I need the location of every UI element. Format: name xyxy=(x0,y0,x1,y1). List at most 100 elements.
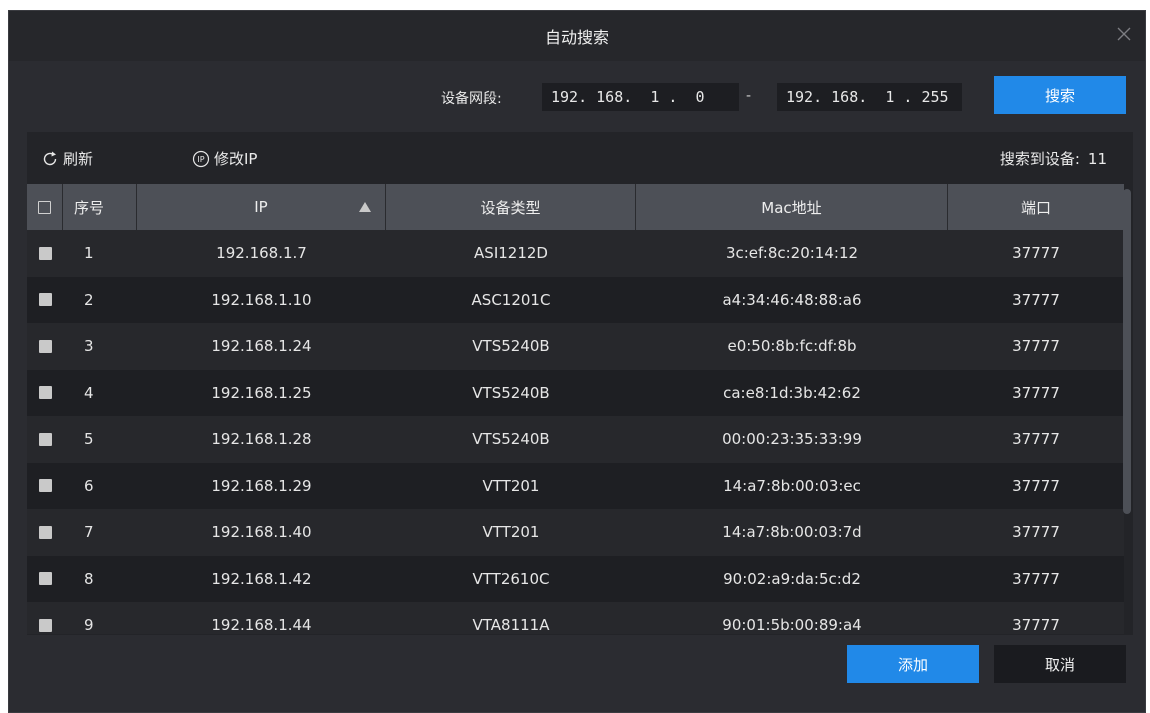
row-checkbox-cell xyxy=(27,416,63,463)
cell-mac: 90:01:5b:00:89:a4 xyxy=(722,616,862,634)
table-row[interactable]: 7 192.168.1.40 VTT201 14:a7:8b:00:03:7d 3777… xyxy=(27,509,1124,556)
row-checkbox-cell xyxy=(27,230,63,277)
table-body: 1 192.168.1.7 ASI1212D 3c:ef:8c:20:14:12 377… xyxy=(27,230,1124,634)
table-scrollbar[interactable] xyxy=(1123,189,1131,634)
cell-ip: 192.168.1.25 xyxy=(211,383,312,402)
close-icon[interactable] xyxy=(1113,23,1135,45)
column-header-port[interactable]: 端口 xyxy=(948,184,1124,230)
end-ip-input[interactable]: 192. 168. 1 . 255 xyxy=(777,83,962,111)
scrollbar-thumb[interactable] xyxy=(1123,189,1131,514)
table-row[interactable]: 3 192.168.1.24 VTS5240B e0:50:8b:fc:df:8b 37… xyxy=(27,323,1124,370)
select-all-cell xyxy=(27,184,63,230)
found-count: 11 xyxy=(1087,150,1107,168)
auto-search-dialog: 自动搜索 设备网段: 192. 168. 1 . 0 - 192. 168. 1… xyxy=(8,10,1146,713)
refresh-button[interactable]: 刷新 xyxy=(41,148,93,169)
cell-mac: 00:00:23:35:33:99 xyxy=(722,430,862,449)
cell-ip: 192.168.1.24 xyxy=(211,337,312,356)
column-header-ip-label: IP xyxy=(254,198,268,216)
cell-device-type: ASC1201C xyxy=(471,290,551,309)
table-row[interactable]: 4 192.168.1.25 VTS5240B ca:e8:1d:3b:42:62 37… xyxy=(27,369,1124,417)
table-row[interactable]: 9 192.168.1.44 VTA8111A 90:01:5b:00:89:a4 37… xyxy=(27,602,1124,634)
dialog-title: 自动搜索 xyxy=(544,28,609,47)
cell-device-type: VTT201 xyxy=(482,476,540,495)
cell-device-type: VTA8111A xyxy=(472,616,550,634)
table-row[interactable]: 8 192.168.1.42 VTT2610C 90:02:a9:da:5c:d2 37… xyxy=(27,555,1124,603)
cell-port: 37777 xyxy=(1012,290,1060,309)
modify-ip-button[interactable]: IP 修改IP xyxy=(192,148,257,169)
device-panel: 刷新 IP 修改IP 搜索到设备: 11 序号 IP 设备类型 Mac地址 端口… xyxy=(27,132,1133,635)
row-checkbox-cell xyxy=(27,277,63,324)
cell-ip: 192.168.1.10 xyxy=(211,290,312,309)
table-row[interactable]: 5 192.168.1.28 VTS5240B 00:00:23:35:33:99 37… xyxy=(27,416,1124,463)
cell-device-type: VTS5240B xyxy=(472,337,550,356)
column-header-ip[interactable]: IP xyxy=(137,184,386,230)
table-row[interactable]: 6 192.168.1.29 VTT201 14:a7:8b:00:03:ec 3777… xyxy=(27,462,1124,510)
row-checkbox[interactable] xyxy=(38,339,52,353)
cell-device-type: VTS5240B xyxy=(472,383,550,402)
cell-port: 37777 xyxy=(1012,430,1060,449)
row-checkbox[interactable] xyxy=(38,618,52,632)
cell-mac: ca:e8:1d:3b:42:62 xyxy=(723,383,861,402)
cell-mac: a4:34:46:48:88:a6 xyxy=(722,290,862,309)
row-checkbox[interactable] xyxy=(38,479,52,493)
cell-ip: 192.168.1.29 xyxy=(211,476,312,495)
cell-port: 37777 xyxy=(1012,523,1060,542)
cell-port: 37777 xyxy=(1012,337,1060,356)
cell-index: 9 xyxy=(84,616,94,634)
cell-index: 1 xyxy=(84,244,94,263)
row-checkbox-cell xyxy=(27,602,63,634)
cell-mac: 3c:ef:8c:20:14:12 xyxy=(725,244,859,263)
cell-ip: 192.168.1.28 xyxy=(211,430,312,449)
column-header-mac[interactable]: Mac地址 xyxy=(636,184,948,230)
cell-ip: 192.168.1.7 xyxy=(216,244,307,263)
range-separator: - xyxy=(746,88,752,104)
select-all-checkbox[interactable] xyxy=(38,200,51,214)
cell-port: 37777 xyxy=(1012,476,1060,495)
cell-index: 8 xyxy=(84,569,94,588)
row-checkbox-cell xyxy=(27,556,63,603)
cell-port: 37777 xyxy=(1012,383,1060,402)
cell-port: 37777 xyxy=(1012,244,1060,263)
cell-index: 3 xyxy=(84,337,94,356)
search-button[interactable]: 搜索 xyxy=(994,76,1126,114)
row-checkbox[interactable] xyxy=(38,293,52,307)
cell-port: 37777 xyxy=(1012,616,1060,634)
cell-index: 2 xyxy=(84,290,94,309)
row-checkbox[interactable] xyxy=(38,525,52,539)
found-label: 搜索到设备: xyxy=(999,150,1080,168)
table-row[interactable]: 1 192.168.1.7 ASI1212D 3c:ef:8c:20:14:12 377… xyxy=(27,230,1124,277)
row-checkbox-cell xyxy=(27,370,63,417)
row-checkbox-cell xyxy=(27,509,63,556)
cell-mac: e0:50:8b:fc:df:8b xyxy=(727,337,857,356)
cell-index: 6 xyxy=(84,476,94,495)
row-checkbox[interactable] xyxy=(38,432,52,446)
column-header-index[interactable]: 序号 xyxy=(63,184,137,230)
cell-mac: 90:02:a9:da:5c:d2 xyxy=(723,569,861,588)
cell-ip: 192.168.1.40 xyxy=(211,523,312,542)
cancel-button[interactable]: 取消 xyxy=(994,645,1126,683)
cell-index: 5 xyxy=(84,430,94,449)
refresh-icon xyxy=(43,151,57,165)
modify-ip-label: 修改IP xyxy=(214,150,258,168)
cell-mac: 14:a7:8b:00:03:7d xyxy=(722,523,862,542)
row-checkbox[interactable] xyxy=(38,386,52,400)
row-checkbox[interactable] xyxy=(38,246,52,260)
segment-label: 设备网段: xyxy=(441,91,502,107)
segment-row: 设备网段: 192. 168. 1 . 0 - 192. 168. 1 . 25… xyxy=(9,76,1145,114)
cell-ip: 192.168.1.44 xyxy=(211,616,312,634)
cell-ip: 192.168.1.42 xyxy=(211,569,312,588)
add-button[interactable]: 添加 xyxy=(847,645,979,683)
sort-ascending-icon xyxy=(359,202,371,212)
row-checkbox[interactable] xyxy=(38,572,52,586)
dialog-titlebar: 自动搜索 xyxy=(9,11,1145,61)
cell-device-type: VTT201 xyxy=(482,523,540,542)
cell-mac: 14:a7:8b:00:03:ec xyxy=(723,476,861,495)
cell-device-type: ASI1212D xyxy=(474,244,548,263)
cell-port: 37777 xyxy=(1012,569,1060,588)
table-row[interactable]: 2 192.168.1.10 ASC1201C a4:34:46:48:88:a6 37… xyxy=(27,276,1124,324)
row-checkbox-cell xyxy=(27,463,63,510)
found-devices: 搜索到设备: 11 xyxy=(1000,148,1107,169)
panel-toolbar: 刷新 IP 修改IP 搜索到设备: 11 xyxy=(27,132,1133,182)
column-header-type[interactable]: 设备类型 xyxy=(386,184,636,230)
start-ip-input[interactable]: 192. 168. 1 . 0 xyxy=(542,83,739,111)
